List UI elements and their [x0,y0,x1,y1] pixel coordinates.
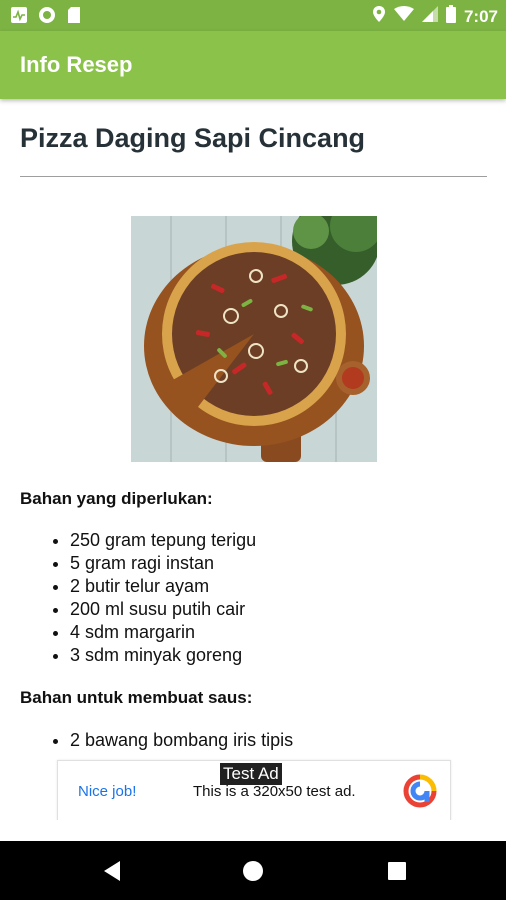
location-icon [372,5,386,28]
app-bar: Info Resep [0,31,506,99]
sauce-heading: Bahan untuk membuat saus: [20,688,253,707]
list-item: 200 ml susu putih cair [70,598,256,621]
status-time: 7:07 [463,6,498,26]
ingredients-list: 250 gram tepung terigu 5 gram ragi insta… [50,529,256,667]
ad-text: This is a 320x50 test ad. [193,783,356,800]
list-item: 250 gram tepung terigu [70,529,256,552]
activity-icon [10,6,28,29]
test-ad-badge: Test Ad [220,763,282,785]
bottom-spacer [0,820,506,841]
sauce-list: 2 bawang bombang iris tipis [50,729,293,752]
recents-icon[interactable] [382,856,412,886]
ad-cta-text[interactable]: Nice job! [78,783,136,800]
back-icon[interactable] [98,856,128,886]
app-title: Info Resep [20,52,133,77]
navigation-bar [0,841,506,900]
circle-icon [38,6,56,29]
home-icon[interactable] [238,856,268,886]
recipe-title: Pizza Daging Sapi Cincang [20,123,366,153]
list-item: 2 butir telur ayam [70,575,256,598]
wifi-icon [393,6,414,27]
recipe-content[interactable]: Pizza Daging Sapi Cincang Bahan yang dip… [0,99,506,841]
title-divider [20,176,487,177]
status-bar: 7:07 [0,0,506,31]
ingredients-heading: Bahan yang diperlukan: [20,489,213,508]
list-item: 4 sdm margarin [70,621,256,644]
signal-icon [421,6,438,27]
list-item: 2 bawang bombang iris tipis [70,729,293,752]
pizza-photo [131,197,382,462]
list-item: 3 sdm minyak goreng [70,644,256,667]
admob-icon [402,773,438,809]
list-item: 5 gram ragi instan [70,552,256,575]
sd-card-icon [66,6,82,29]
battery-icon [445,5,456,28]
